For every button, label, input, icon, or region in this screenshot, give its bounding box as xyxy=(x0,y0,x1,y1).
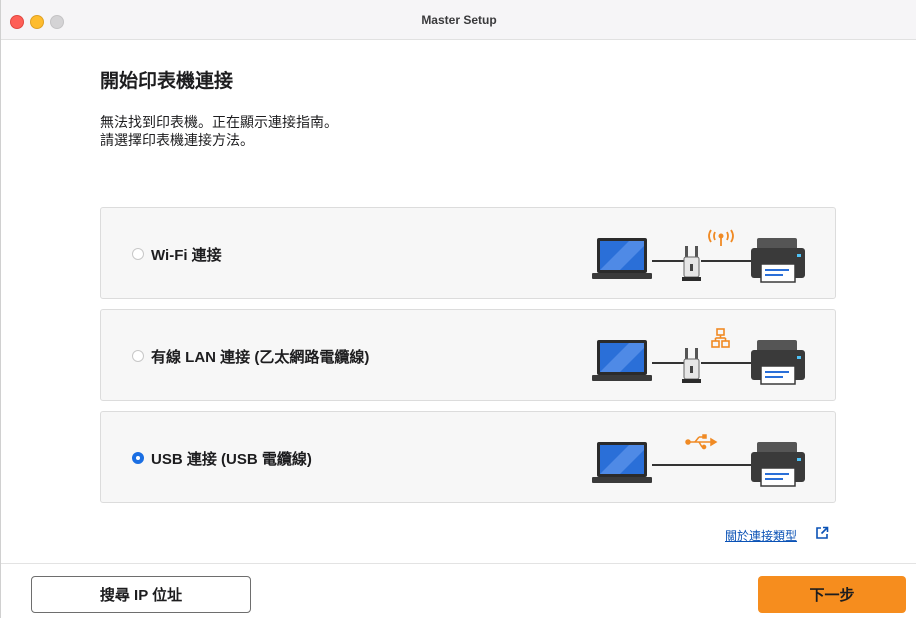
laptop-icon xyxy=(592,340,652,381)
usb-icon xyxy=(685,434,718,450)
setup-window: Master Setup 開始印表機連接 無法找到印表機。正在顯示連接指南。 請… xyxy=(0,0,916,618)
title-bar: Master Setup xyxy=(1,0,916,40)
option-label: 有線 LAN 連接 (乙太網路電纜線) xyxy=(151,349,370,366)
option-label: USB 連接 (USB 電纜線) xyxy=(151,451,312,468)
usb-connection-illustration xyxy=(592,434,805,487)
printer-icon xyxy=(751,340,805,385)
instruction-line: 無法找到印表機。正在顯示連接指南。 xyxy=(100,114,338,130)
option-label: Wi-Fi 連接 xyxy=(151,247,222,264)
usb-radio[interactable] xyxy=(132,452,144,464)
wifi-radio[interactable] xyxy=(132,248,144,260)
lan-radio[interactable] xyxy=(132,350,144,362)
lan-connection-illustration xyxy=(592,328,805,385)
printer-icon xyxy=(751,238,805,283)
window-title: Master Setup xyxy=(421,13,497,27)
search-ip-address-button[interactable]: 搜尋 IP 位址 xyxy=(31,576,251,613)
option-lan-connection[interactable]: 有線 LAN 連接 (乙太網路電纜線) xyxy=(100,309,836,401)
instruction-line: 請選擇印表機連接方法。 xyxy=(100,132,254,148)
option-wifi-connection[interactable]: Wi-Fi 連接 xyxy=(100,207,836,299)
page-title: 開始印表機連接 xyxy=(100,71,234,92)
next-button[interactable]: 下一步 xyxy=(758,576,906,613)
wifi-connection-illustration xyxy=(592,229,805,283)
router-icon xyxy=(682,246,701,281)
network-icon xyxy=(711,328,730,348)
router-icon xyxy=(682,348,701,383)
option-usb-connection[interactable]: USB 連接 (USB 電纜線) xyxy=(100,411,836,503)
footer-divider xyxy=(1,563,916,564)
printer-icon xyxy=(751,442,805,487)
instructions: 無法找到印表機。正在顯示連接指南。 請選擇印表機連接方法。 xyxy=(100,113,338,149)
about-connection-types-link[interactable]: 關於連接類型 xyxy=(725,527,797,544)
laptop-icon xyxy=(592,442,652,483)
external-link-icon[interactable] xyxy=(815,526,829,540)
laptop-icon xyxy=(592,238,652,279)
wifi-signal-icon xyxy=(708,229,734,246)
